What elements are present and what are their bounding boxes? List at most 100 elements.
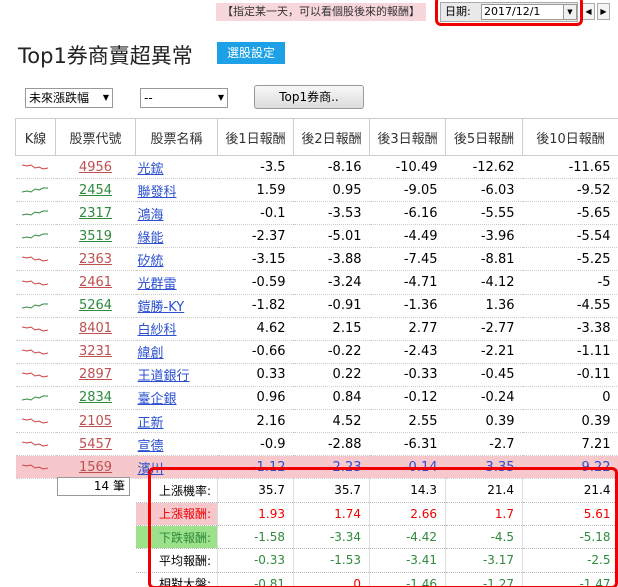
table-row[interactable]: 5264 鎧勝-KY -1.82 -0.91 -1.36 1.36 -4.55	[15, 294, 618, 318]
return-cell: 2.15	[293, 317, 370, 341]
table-row[interactable]: 2105 正新 2.16 4.52 2.55 0.39 0.39	[15, 409, 618, 434]
return-cell: -3.53	[293, 201, 370, 226]
return-cell: 4.52	[293, 409, 370, 434]
stock-code-link[interactable]: 2317	[55, 201, 136, 226]
stock-code-link[interactable]: 3231	[55, 340, 136, 364]
hint-text: 【指定某一天，可以看個股後來的報酬】	[216, 3, 426, 21]
kline-cell	[15, 363, 56, 387]
stock-name-link[interactable]: 矽統	[135, 247, 218, 272]
col-header-kline[interactable]: K線	[15, 118, 56, 156]
return-cell: -0.22	[293, 340, 370, 364]
table-row[interactable]: 3519 綠能 -2.37 -5.01 -4.49 -3.96 -5.54	[15, 224, 618, 249]
return-cell: -0.1	[217, 201, 294, 226]
stock-code-link[interactable]: 2834	[55, 386, 136, 411]
return-cell: 0.33	[217, 363, 294, 387]
return-cell: -5.54	[522, 224, 618, 249]
return-cell: -0.24	[445, 386, 523, 411]
kline-cell	[15, 386, 56, 411]
stock-name-link[interactable]: 鴻海	[135, 201, 218, 226]
stock-code-link[interactable]: 5457	[55, 432, 136, 457]
prev-day-icon[interactable]: ◀	[582, 3, 595, 20]
return-cell: -5.65	[522, 201, 618, 226]
return-cell: -10.49	[369, 154, 446, 180]
return-cell: -9.52	[522, 178, 618, 203]
col-header-r3[interactable]: 後3日報酬	[369, 118, 446, 156]
sparkline-icon	[21, 279, 48, 286]
col-header-r2[interactable]: 後2日報酬	[293, 118, 370, 156]
kline-cell	[15, 224, 56, 249]
stock-code-link[interactable]: 3519	[55, 224, 136, 249]
select-stocks-button[interactable]: 選股設定	[217, 42, 285, 64]
return-cell: -11.65	[522, 154, 618, 180]
table-row[interactable]: 2317 鴻海 -0.1 -3.53 -6.16 -5.55 -5.65	[15, 201, 618, 226]
stock-name-link[interactable]: 光群雷	[135, 270, 218, 295]
return-cell: -3.38	[522, 317, 618, 341]
kline-cell	[15, 455, 56, 480]
return-cell: -6.31	[369, 432, 446, 457]
sparkline-icon	[21, 233, 48, 239]
col-header-r1[interactable]: 後1日報酬	[217, 118, 294, 156]
col-header-r10[interactable]: 後10日報酬	[522, 118, 618, 156]
table-row[interactable]: 2834 臺企銀 0.96 0.84 -0.12 -0.24 0	[15, 386, 618, 411]
next-day-icon[interactable]: ▶	[597, 3, 610, 20]
second-select[interactable]: -- ▼	[140, 88, 228, 108]
sparkline-icon	[21, 164, 48, 170]
return-cell: -9.05	[369, 178, 446, 203]
table-row[interactable]: 2454 聯發科 1.59 0.95 -9.05 -6.03 -9.52	[15, 178, 618, 203]
stock-name-link[interactable]: 光鋐	[135, 154, 218, 180]
table-row[interactable]: 5457 宣德 -0.9 -2.88 -6.31 -2.7 7.21	[15, 432, 618, 457]
return-cell: 0.39	[522, 409, 618, 434]
table-row[interactable]: 2897 王道銀行 0.33 0.22 -0.33 -0.45 -0.11	[15, 363, 618, 387]
return-cell: -5.25	[522, 247, 618, 272]
stock-name-link[interactable]: 正新	[135, 409, 218, 434]
col-header-code[interactable]: 股票代號	[55, 118, 136, 156]
return-cell: -2.37	[217, 224, 294, 249]
return-cell: -7.45	[369, 247, 446, 272]
return-cell: -0.59	[217, 270, 294, 295]
kline-cell	[15, 317, 56, 341]
stock-name-link[interactable]: 白紗科	[135, 317, 218, 341]
return-cell: -2.77	[445, 317, 523, 341]
return-cell: 7.21	[522, 432, 618, 457]
table-row[interactable]: 3231 緯創 -0.66 -0.22 -2.43 -2.21 -1.11	[15, 340, 618, 364]
return-cell: -2.21	[445, 340, 523, 364]
kline-cell	[15, 409, 56, 434]
return-cell: -5.01	[293, 224, 370, 249]
sparkline-icon	[21, 395, 48, 401]
stock-code-link[interactable]: 5264	[55, 294, 136, 318]
stock-code-link[interactable]: 1569	[55, 455, 136, 480]
return-cell: -0.33	[369, 363, 446, 387]
stock-name-link[interactable]: 宣德	[135, 432, 218, 457]
stock-code-link[interactable]: 2897	[55, 363, 136, 387]
table-row[interactable]: 4956 光鋐 -3.5 -8.16 -10.49 -12.62 -11.65	[15, 154, 618, 180]
return-cell: -4.49	[369, 224, 446, 249]
stock-code-link[interactable]: 2105	[55, 409, 136, 434]
return-cell: -0.11	[522, 363, 618, 387]
return-cell: -5.55	[445, 201, 523, 226]
stock-name-link[interactable]: 緯創	[135, 340, 218, 364]
stock-name-link[interactable]: 鎧勝-KY	[135, 294, 218, 318]
table-row[interactable]: 2363 矽統 -3.15 -3.88 -7.45 -8.81 -5.25	[15, 247, 618, 272]
stock-code-link[interactable]: 8401	[55, 317, 136, 341]
stock-code-link[interactable]: 2454	[55, 178, 136, 203]
stock-code-link[interactable]: 4956	[55, 154, 136, 180]
trend-select[interactable]: 未來漲跌幅 ▼	[25, 88, 113, 108]
return-cell: -3.88	[293, 247, 370, 272]
stock-code-link[interactable]: 2461	[55, 270, 136, 295]
broker-button[interactable]: Top1券商..	[254, 85, 364, 109]
return-cell: -3.5	[217, 154, 294, 180]
return-cell: -0.66	[217, 340, 294, 364]
stock-name-link[interactable]: 臺企銀	[135, 386, 218, 411]
kline-cell	[15, 201, 56, 226]
col-header-r5[interactable]: 後5日報酬	[445, 118, 523, 156]
table-row[interactable]: 8401 白紗科 4.62 2.15 2.77 -2.77 -3.38	[15, 317, 618, 341]
stock-code-link[interactable]: 2363	[55, 247, 136, 272]
col-header-name[interactable]: 股票名稱	[135, 118, 218, 156]
stock-name-link[interactable]: 王道銀行	[135, 363, 218, 387]
stock-name-link[interactable]: 綠能	[135, 224, 218, 249]
return-cell: -1.36	[369, 294, 446, 318]
table-row[interactable]: 2461 光群雷 -0.59 -3.24 -4.71 -4.12 -5	[15, 270, 618, 295]
kline-cell	[15, 247, 56, 272]
stock-name-link[interactable]: 聯發科	[135, 178, 218, 203]
return-cell: -2.88	[293, 432, 370, 457]
